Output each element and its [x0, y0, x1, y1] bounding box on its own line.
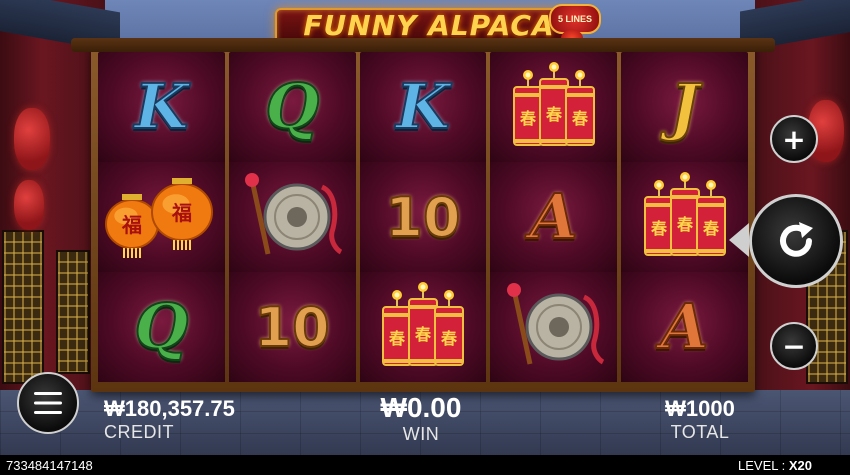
- reel-4-row-2: A: [490, 162, 618, 272]
- reel-5-row-3: A: [621, 272, 748, 382]
- left-lattice-window-2: [56, 250, 90, 374]
- total-bet-display[interactable]: ₩1000 TOTAL: [660, 396, 740, 443]
- symbol-q: Q: [133, 290, 189, 363]
- svg-text:春: 春: [650, 219, 668, 238]
- svg-text:春: 春: [676, 215, 694, 234]
- firecrackers-icon: 春春春: [512, 62, 595, 146]
- gong-icon: [245, 173, 343, 255]
- svg-text:福: 福: [121, 213, 142, 237]
- svg-text:春: 春: [519, 109, 537, 128]
- total-value: ₩1000: [665, 396, 735, 421]
- symbol-k: K: [133, 70, 189, 143]
- symbol-a: A: [660, 290, 710, 363]
- firecrackers-icon: 春春春: [643, 172, 726, 256]
- level-value: X20: [788, 458, 812, 473]
- reel-3-row-1: K: [359, 52, 487, 162]
- reel-5-row-1: J: [621, 52, 748, 162]
- symbol-q: Q: [264, 70, 320, 143]
- credit-display: ₩180,357.75 CREDIT: [104, 396, 235, 443]
- symbol-j: J: [669, 70, 700, 143]
- svg-text:福: 福: [171, 201, 192, 225]
- win-value: ₩0.00: [380, 392, 462, 423]
- reel-1-row-1: K: [98, 52, 225, 162]
- reel-2-row-2: [228, 162, 356, 272]
- reel-1-row-3: Q: [98, 272, 225, 382]
- refresh-icon: [780, 222, 813, 257]
- lines-badge-text: 5 LINES: [557, 14, 592, 24]
- plus-icon: +: [782, 122, 806, 156]
- bet-decrease-button[interactable]: −: [770, 322, 818, 370]
- menu-button[interactable]: [17, 372, 79, 434]
- minus-icon: −: [782, 329, 806, 363]
- svg-text:春: 春: [702, 219, 720, 238]
- reel-1-row-2: 福福: [98, 162, 225, 272]
- symbol-a: A: [529, 180, 579, 253]
- credit-value: ₩180,357.75: [104, 396, 235, 421]
- reel-4-row-1: 春春春: [490, 52, 618, 162]
- svg-text:春: 春: [440, 329, 458, 348]
- svg-text:春: 春: [571, 109, 589, 128]
- hamburger-icon: [34, 392, 62, 414]
- svg-text:春: 春: [388, 329, 406, 348]
- spin-pointer-icon: [729, 223, 749, 257]
- symbol-k: K: [395, 70, 451, 143]
- win-display: ₩0.00 WIN: [373, 392, 469, 445]
- reel-4-row-3: [490, 272, 618, 382]
- firecrackers-icon: 春春春: [381, 282, 464, 366]
- reel-2-row-3: 10: [228, 272, 356, 382]
- symbol-ten: 10: [384, 185, 461, 250]
- bet-increase-button[interactable]: +: [770, 115, 818, 163]
- symbol-ten: 10: [254, 295, 331, 360]
- reel-3-row-2: 10: [359, 162, 487, 272]
- gong-icon: [506, 283, 604, 365]
- reel-3-row-3: 春春春: [359, 272, 487, 382]
- left-red-lantern: [14, 108, 50, 170]
- gold-lanterns-icon: 福福: [105, 178, 214, 258]
- left-lattice-window: [2, 230, 44, 384]
- svg-text:春: 春: [414, 325, 432, 344]
- svg-text:春: 春: [545, 105, 563, 124]
- reels-grid: K Q K 春春春 J 福福 10 A 春春春 Q 10 春春春 A: [98, 52, 748, 382]
- footer-bar: [0, 455, 850, 475]
- spin-button[interactable]: [749, 194, 843, 288]
- left-red-lantern-2: [14, 180, 44, 230]
- session-id: 733484147148: [6, 458, 93, 473]
- level-label: LEVEL :: [738, 458, 786, 473]
- credit-label: CREDIT: [104, 422, 174, 442]
- win-label: WIN: [402, 424, 440, 444]
- level-indicator: LEVEL : X20: [738, 458, 812, 473]
- total-label: TOTAL: [670, 422, 730, 442]
- reel-2-row-1: Q: [228, 52, 356, 162]
